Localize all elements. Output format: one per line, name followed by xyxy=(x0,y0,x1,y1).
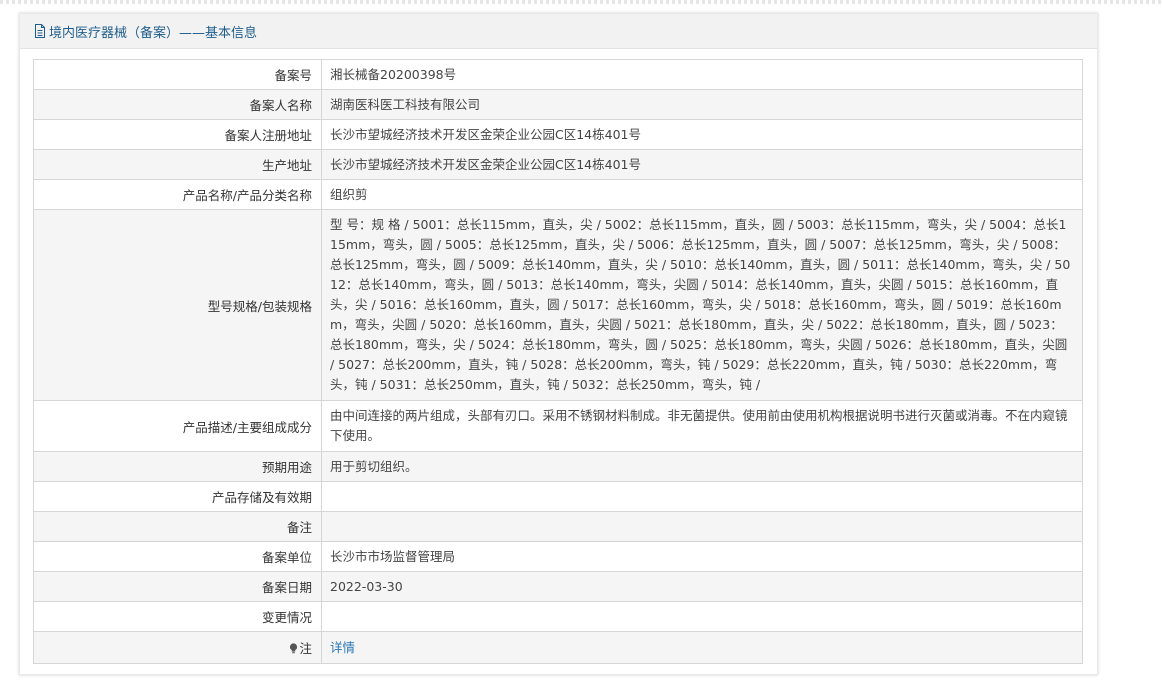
product-name-value: 组织剪 xyxy=(321,179,1083,210)
field-label: 产品名称/产品分类名称 xyxy=(33,179,322,210)
table-row-changes: 变更情况 xyxy=(33,601,1083,632)
intended-use-value: 用于剪切组织。 xyxy=(321,451,1083,482)
field-label: 备案人注册地址 xyxy=(33,119,322,150)
table-row-production-address: 生产地址 长沙市望城经济技术开发区金荣企业公园C区14栋401号 xyxy=(33,149,1083,180)
record-no-value: 湘长械备20200398号 xyxy=(321,59,1083,90)
table-row-filer-address: 备案人注册地址 长沙市望城经济技术开发区金荣企业公园C区14栋401号 xyxy=(33,119,1083,150)
record-unit-value: 长沙市市场监督管理局 xyxy=(321,541,1083,572)
table-row-record-no: 备案号 湘长械备20200398号 xyxy=(33,59,1083,90)
table-row-product-name: 产品名称/产品分类名称 组织剪 xyxy=(33,179,1083,210)
table-row-description: 产品描述/主要组成成分 由中间连接的两片组成，头部有刃口。采用不锈钢材料制成。非… xyxy=(33,400,1083,452)
detail-link[interactable]: 详情 xyxy=(330,640,355,655)
table-row-intended-use: 预期用途 用于剪切组织。 xyxy=(33,451,1083,482)
basic-info-panel: 境内医疗器械（备案）——基本信息 备案号 湘长械备20200398号 备案人名称… xyxy=(19,13,1098,675)
field-label: 变更情况 xyxy=(33,601,322,632)
field-label: 预期用途 xyxy=(33,451,322,482)
field-label: 生产地址 xyxy=(33,149,322,180)
field-label: 备案号 xyxy=(33,59,322,90)
storage-value xyxy=(321,481,1083,512)
top-decorative-stripe xyxy=(0,0,1162,4)
changes-value xyxy=(321,601,1083,632)
table-row-storage: 产品存储及有效期 xyxy=(33,481,1083,512)
record-date-value: 2022-03-30 xyxy=(321,571,1083,602)
table-row-note: 注 详情 xyxy=(33,631,1083,664)
model-spec-value: 型 号：规 格 / 5001：总长115mm，直头，尖 / 5002：总长115… xyxy=(321,209,1083,401)
field-label: 产品描述/主要组成成分 xyxy=(33,400,322,452)
field-label: 型号规格/包装规格 xyxy=(33,209,322,401)
panel-header: 境内医疗器械（备案）——基本信息 xyxy=(20,14,1097,49)
table-row-filer-name: 备案人名称 湖南医科医工科技有限公司 xyxy=(33,89,1083,120)
filer-name-value: 湖南医科医工科技有限公司 xyxy=(321,89,1083,120)
field-label: 产品存储及有效期 xyxy=(33,481,322,512)
filer-address-value: 长沙市望城经济技术开发区金荣企业公园C区14栋401号 xyxy=(321,119,1083,150)
remarks-value xyxy=(321,511,1083,542)
field-label: 备案人名称 xyxy=(33,89,322,120)
table-row-record-unit: 备案单位 长沙市市场监督管理局 xyxy=(33,541,1083,572)
note-label: 注 xyxy=(299,641,312,656)
description-value: 由中间连接的两片组成，头部有刃口。采用不锈钢材料制成。非无菌提供。使用前由使用机… xyxy=(321,400,1083,452)
field-label-note: 注 xyxy=(33,631,322,664)
lightbulb-icon xyxy=(289,642,298,654)
field-label: 备案日期 xyxy=(33,571,322,602)
document-icon xyxy=(34,24,46,38)
note-value: 详情 xyxy=(321,631,1083,664)
panel-title: 境内医疗器械（备案）——基本信息 xyxy=(49,25,258,41)
production-address-value: 长沙市望城经济技术开发区金荣企业公园C区14栋401号 xyxy=(321,149,1083,180)
table-row-model-spec: 型号规格/包装规格 型 号：规 格 / 5001：总长115mm，直头，尖 / … xyxy=(33,209,1083,401)
table-row-remarks: 备注 xyxy=(33,511,1083,542)
field-label: 备案单位 xyxy=(33,541,322,572)
basic-info-table: 备案号 湘长械备20200398号 备案人名称 湖南医科医工科技有限公司 备案人… xyxy=(33,59,1083,664)
table-row-record-date: 备案日期 2022-03-30 xyxy=(33,571,1083,602)
field-label: 备注 xyxy=(33,511,322,542)
